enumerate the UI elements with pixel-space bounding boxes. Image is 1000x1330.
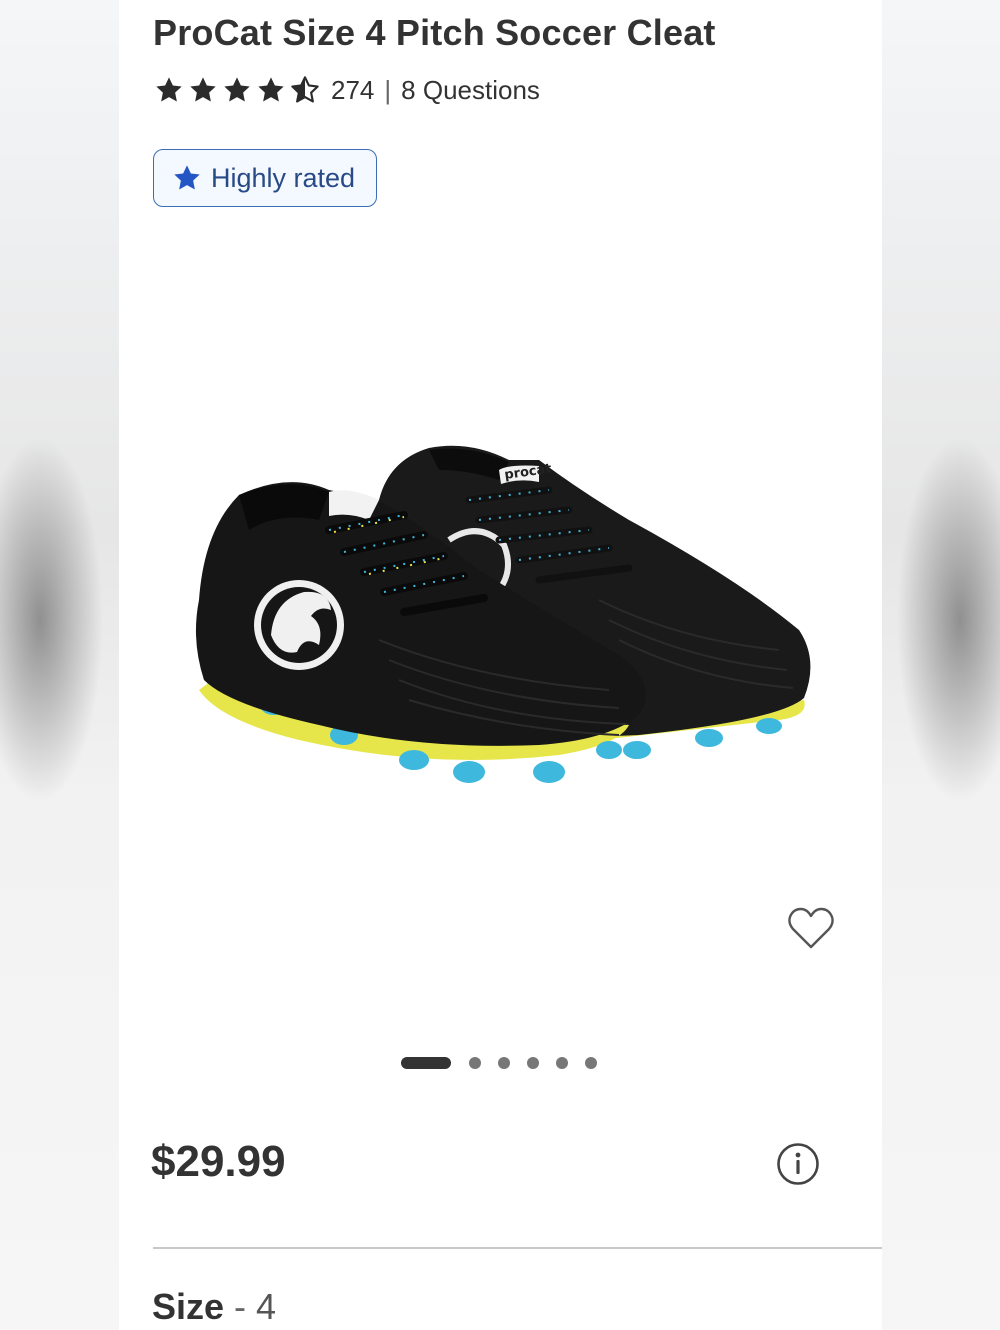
rating-stars	[153, 74, 321, 106]
rating-separator: |	[384, 74, 392, 105]
carousel-dot-active[interactable]	[401, 1057, 451, 1069]
star-icon	[221, 74, 253, 106]
carousel-dots[interactable]	[401, 1056, 597, 1070]
badge-label: Highly rated	[211, 162, 356, 193]
questions-link[interactable]: 8 Questions	[401, 75, 540, 106]
product-title: ProCat Size 4 Pitch Soccer Cleat	[153, 12, 716, 53]
heart-icon[interactable]	[787, 906, 835, 950]
highly-rated-badge: Highly rated	[153, 149, 377, 207]
carousel-dot[interactable]	[498, 1057, 510, 1069]
info-icon[interactable]	[776, 1142, 820, 1186]
star-icon	[187, 74, 219, 106]
price: $29.99	[151, 1137, 286, 1186]
star-icon	[255, 74, 287, 106]
star-icon	[174, 165, 200, 190]
carousel-dot[interactable]	[469, 1057, 481, 1069]
size-selector-header: Size -4	[152, 1286, 276, 1328]
size-label: Size	[152, 1286, 225, 1327]
carousel-dot[interactable]	[527, 1057, 539, 1069]
rating-count[interactable]: 274	[331, 75, 374, 106]
carousel-dot[interactable]	[585, 1057, 597, 1069]
product-panel: ProCat Size 4 Pitch Soccer Cleat 274 | 8…	[119, 0, 882, 1330]
rating-row[interactable]: 274 | 8 Questions	[153, 72, 540, 108]
star-icon	[153, 74, 185, 106]
divider	[153, 1247, 882, 1249]
half-star-icon	[289, 74, 321, 106]
carousel-dot[interactable]	[556, 1057, 568, 1069]
size-dash: -	[234, 1286, 247, 1327]
size-value: 4	[256, 1286, 277, 1327]
product-image[interactable]: procat	[179, 420, 839, 820]
